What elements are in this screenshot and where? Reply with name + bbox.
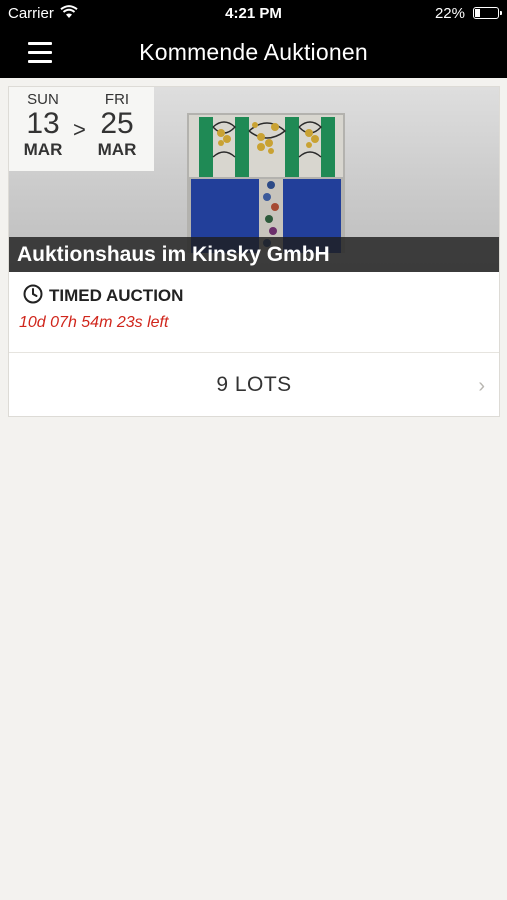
end-date: FRI 25 MAR [87, 91, 147, 160]
battery-percent: 22% [434, 5, 465, 22]
start-day: 13 [26, 107, 60, 140]
end-weekday: FRI [104, 91, 130, 108]
date-range: SUN 13 MAR > FRI 25 MAR [9, 87, 154, 171]
chevron-right-icon: › [478, 375, 485, 397]
lots-button[interactable]: 9 LOTS › [9, 353, 499, 417]
page-title: Kommende Auktionen [139, 39, 368, 65]
start-date: SUN 13 MAR [13, 91, 73, 160]
end-day: 25 [100, 107, 134, 140]
auction-house-name: Auktionshaus im Kinsky GmbH [17, 243, 330, 266]
start-month: MAR [23, 140, 63, 159]
auction-image[interactable]: SUN 13 MAR > FRI 25 MAR Auktionshaus im … [9, 87, 499, 272]
time-remaining: 10d 07h 54m 23s left [19, 314, 169, 331]
auction-house-banner: Auktionshaus im Kinsky GmbH [9, 237, 499, 272]
clock-icon [23, 284, 43, 304]
auction-info: TIMED AUCTION 10d 07h 54m 23s left [9, 272, 499, 353]
navigation-bar: Kommende Auktionen [0, 28, 507, 78]
end-month: MAR [97, 140, 137, 159]
start-weekday: SUN [27, 91, 59, 108]
status-time: 4:21 PM [225, 5, 282, 22]
battery-level [475, 9, 480, 17]
status-bar: Carrier 4:21 PM 22% [0, 0, 507, 28]
battery-icon [473, 7, 502, 19]
auction-card[interactable]: SUN 13 MAR > FRI 25 MAR Auktionshaus im … [8, 86, 500, 417]
date-separator: > [73, 117, 86, 142]
auction-type: TIMED AUCTION [49, 286, 184, 305]
lots-count: 9 LOTS [216, 373, 292, 396]
